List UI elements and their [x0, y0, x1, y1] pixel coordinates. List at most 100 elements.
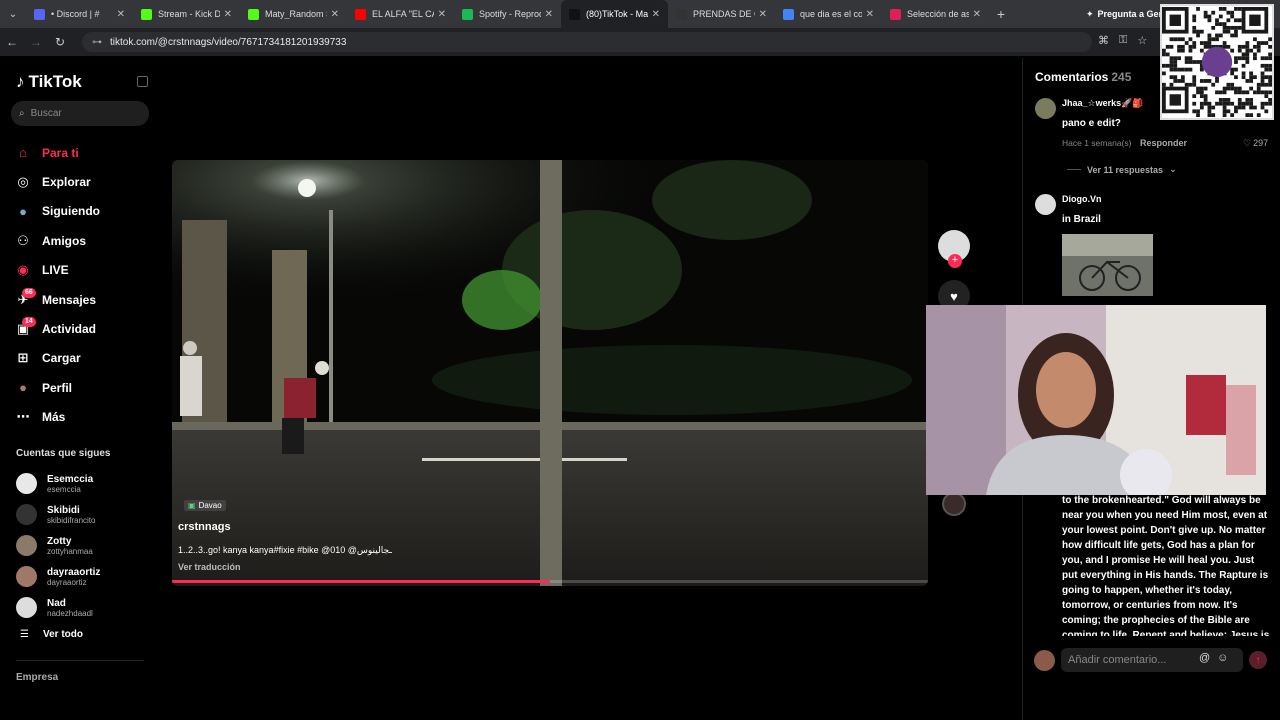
browser-tab[interactable]: EL ALFA "EL CAPO ✕: [347, 0, 454, 28]
browser-tab[interactable]: Maty_Random St ✕: [240, 0, 347, 28]
browser-tab[interactable]: Stream - Kick Da ✕: [133, 0, 240, 28]
nav-item-cargar[interactable]: ⊞ Cargar: [14, 344, 100, 373]
account-name: Esemccia: [47, 473, 94, 485]
creator-avatar[interactable]: +: [938, 230, 970, 268]
tab-label: Stream - Kick Da: [158, 9, 220, 19]
following-account[interactable]: Zotty zottyhanmaa: [16, 530, 100, 561]
reply-button[interactable]: Responder: [1140, 138, 1187, 148]
see-translation-link[interactable]: Ver traducción: [178, 562, 241, 572]
following-list: Esemccia esemccia Skibidi skibidifrancito Zo…: [16, 468, 100, 623]
send-arrow-icon[interactable]: ↑: [1249, 651, 1267, 669]
new-tab-button[interactable]: +: [989, 6, 1013, 22]
tab-favicon-icon: [676, 8, 687, 20]
commenter-avatar[interactable]: [1035, 194, 1056, 215]
translate-icon[interactable]: ⌘: [1098, 34, 1109, 47]
back-icon[interactable]: ←: [0, 35, 24, 49]
comment-likes[interactable]: ♡ 297: [1243, 138, 1268, 149]
comment-photo[interactable]: [1062, 234, 1153, 296]
mention-icon[interactable]: @: [1199, 652, 1210, 664]
nav-item-para-ti[interactable]: ⌂ Para ti: [14, 138, 100, 167]
search-input[interactable]: ⌕ Buscar: [11, 101, 149, 126]
commenter-name[interactable]: Jhaa_☆werks🚀🎒: [1062, 98, 1144, 109]
video-actions: + ♥: [938, 230, 970, 516]
nav-item-perfil[interactable]: ● Perfil: [14, 373, 100, 402]
bookmark-star-icon[interactable]: ☆: [1137, 34, 1147, 47]
account-name: Nad: [47, 597, 66, 609]
key-icon[interactable]: ⚿: [1119, 34, 1127, 47]
see-all-label: Ver todo: [42, 629, 83, 640]
tab-favicon-icon: [783, 8, 794, 20]
account-handle: esemccia: [47, 484, 81, 494]
close-tab-icon[interactable]: ✕: [224, 9, 232, 20]
tab-label: Selección de asie: [907, 9, 969, 19]
url-icons: ⌘ ⚿ ☆: [1098, 34, 1147, 47]
close-tab-icon[interactable]: ✕: [866, 9, 874, 20]
browser-tab[interactable]: PRENDAS DE CA ✕: [668, 0, 775, 28]
video-caption: 1..2..3..go! kanya kanya#fixie #bike @01…: [178, 545, 392, 555]
qr-code-icon: [1162, 7, 1272, 117]
search-icon: ⌕: [19, 108, 25, 119]
close-tab-icon[interactable]: ✕: [117, 9, 125, 20]
account-text: Skibidi skibidifrancito: [47, 505, 95, 525]
nav-label: LIVE: [42, 263, 69, 278]
nav-item-siguiendo[interactable]: ● Siguiendo: [14, 197, 100, 226]
video-progress-bar[interactable]: [172, 580, 928, 583]
music-disc-icon[interactable]: [942, 492, 966, 516]
webcam-overlay: [926, 305, 1266, 495]
close-tab-icon[interactable]: ✕: [545, 9, 553, 20]
nav-item-actividad[interactable]: ▣ Actividad 14: [14, 314, 100, 343]
commenter-name[interactable]: Diogo.Vn: [1062, 194, 1102, 204]
follow-plus-icon[interactable]: +: [948, 254, 962, 268]
following-account[interactable]: Esemccia esemccia: [16, 468, 100, 499]
gemini-icon: ✦: [1086, 8, 1094, 19]
tab-label: (80)TikTok - Mak: [586, 9, 648, 19]
commenter-avatar[interactable]: [1035, 98, 1056, 119]
tiktok-note-icon: ♪: [16, 72, 25, 91]
site-info-icon[interactable]: ⊶: [92, 37, 102, 48]
emoji-icon[interactable]: ☺: [1217, 652, 1228, 664]
browser-tab[interactable]: • Discord | # ✕: [26, 0, 133, 28]
nav-item-amigos[interactable]: ⚇ Amigos: [14, 226, 100, 255]
tiktok-logo[interactable]: ♪ TikTok: [16, 72, 82, 92]
more-icon: ⋯: [16, 409, 30, 425]
browser-tab[interactable]: que dia es el con ✕: [775, 0, 882, 28]
close-tab-icon[interactable]: ✕: [438, 9, 446, 20]
nav-label: Amigos: [42, 233, 87, 248]
following-account[interactable]: Nad nadezhdaadl: [16, 592, 100, 623]
reload-icon[interactable]: ↻: [48, 35, 72, 49]
nav-item-explorar[interactable]: ◎ Explorar: [14, 167, 100, 196]
nav-item-live[interactable]: ◉ LIVE: [14, 256, 100, 285]
compass-icon: ◎: [17, 174, 29, 190]
comment-like-count: 297: [1253, 138, 1269, 148]
following-icon: ●: [19, 203, 27, 219]
nav-item-mensajes[interactable]: ✈ Mensajes 66: [14, 285, 100, 314]
following-account[interactable]: dayraaortiz dayraaortiz: [16, 561, 100, 592]
company-link[interactable]: Empresa: [16, 672, 58, 683]
tab-search-icon[interactable]: ⌄: [0, 0, 26, 28]
list-icon: ☰: [20, 629, 29, 640]
video-player[interactable]: ▣ Davao crstnnags 1..2..3..go! kanya kan…: [172, 160, 928, 586]
url-field[interactable]: ⊶ tiktok.com/@crstnnags/video/7671734181…: [82, 32, 1092, 52]
comment-time: Hace 1 semana(s): [1062, 138, 1132, 148]
tab-favicon-icon: [34, 8, 45, 20]
nav-item-más[interactable]: ⋯ Más: [14, 403, 100, 432]
browser-tab[interactable]: Selección de asie ✕: [882, 0, 989, 28]
location-tag[interactable]: ▣ Davao: [184, 500, 226, 511]
following-account[interactable]: Skibidi skibidifrancito: [16, 499, 100, 530]
browser-tab[interactable]: (80)TikTok - Mak ✕: [561, 0, 668, 28]
collapse-sidebar-icon[interactable]: [137, 76, 148, 87]
close-tab-icon[interactable]: ✕: [759, 9, 767, 20]
view-replies-button[interactable]: Ver 11 respuestas ⌄: [1067, 164, 1177, 175]
close-tab-icon[interactable]: ✕: [973, 9, 981, 20]
video-author[interactable]: crstnnags: [178, 521, 231, 533]
avatar: [16, 597, 37, 618]
see-all-link[interactable]: ☰ Ver todo: [20, 629, 83, 640]
tab-favicon-icon: [248, 8, 259, 20]
browser-tab[interactable]: Spotify - Reprodu ✕: [454, 0, 561, 28]
close-tab-icon[interactable]: ✕: [331, 9, 339, 20]
close-tab-icon[interactable]: ✕: [652, 9, 660, 20]
tab-favicon-icon: [141, 8, 152, 20]
forward-icon[interactable]: →: [24, 35, 48, 49]
comment-input-icons: @ ☺: [1199, 652, 1228, 664]
tab-favicon-icon: [890, 8, 901, 20]
